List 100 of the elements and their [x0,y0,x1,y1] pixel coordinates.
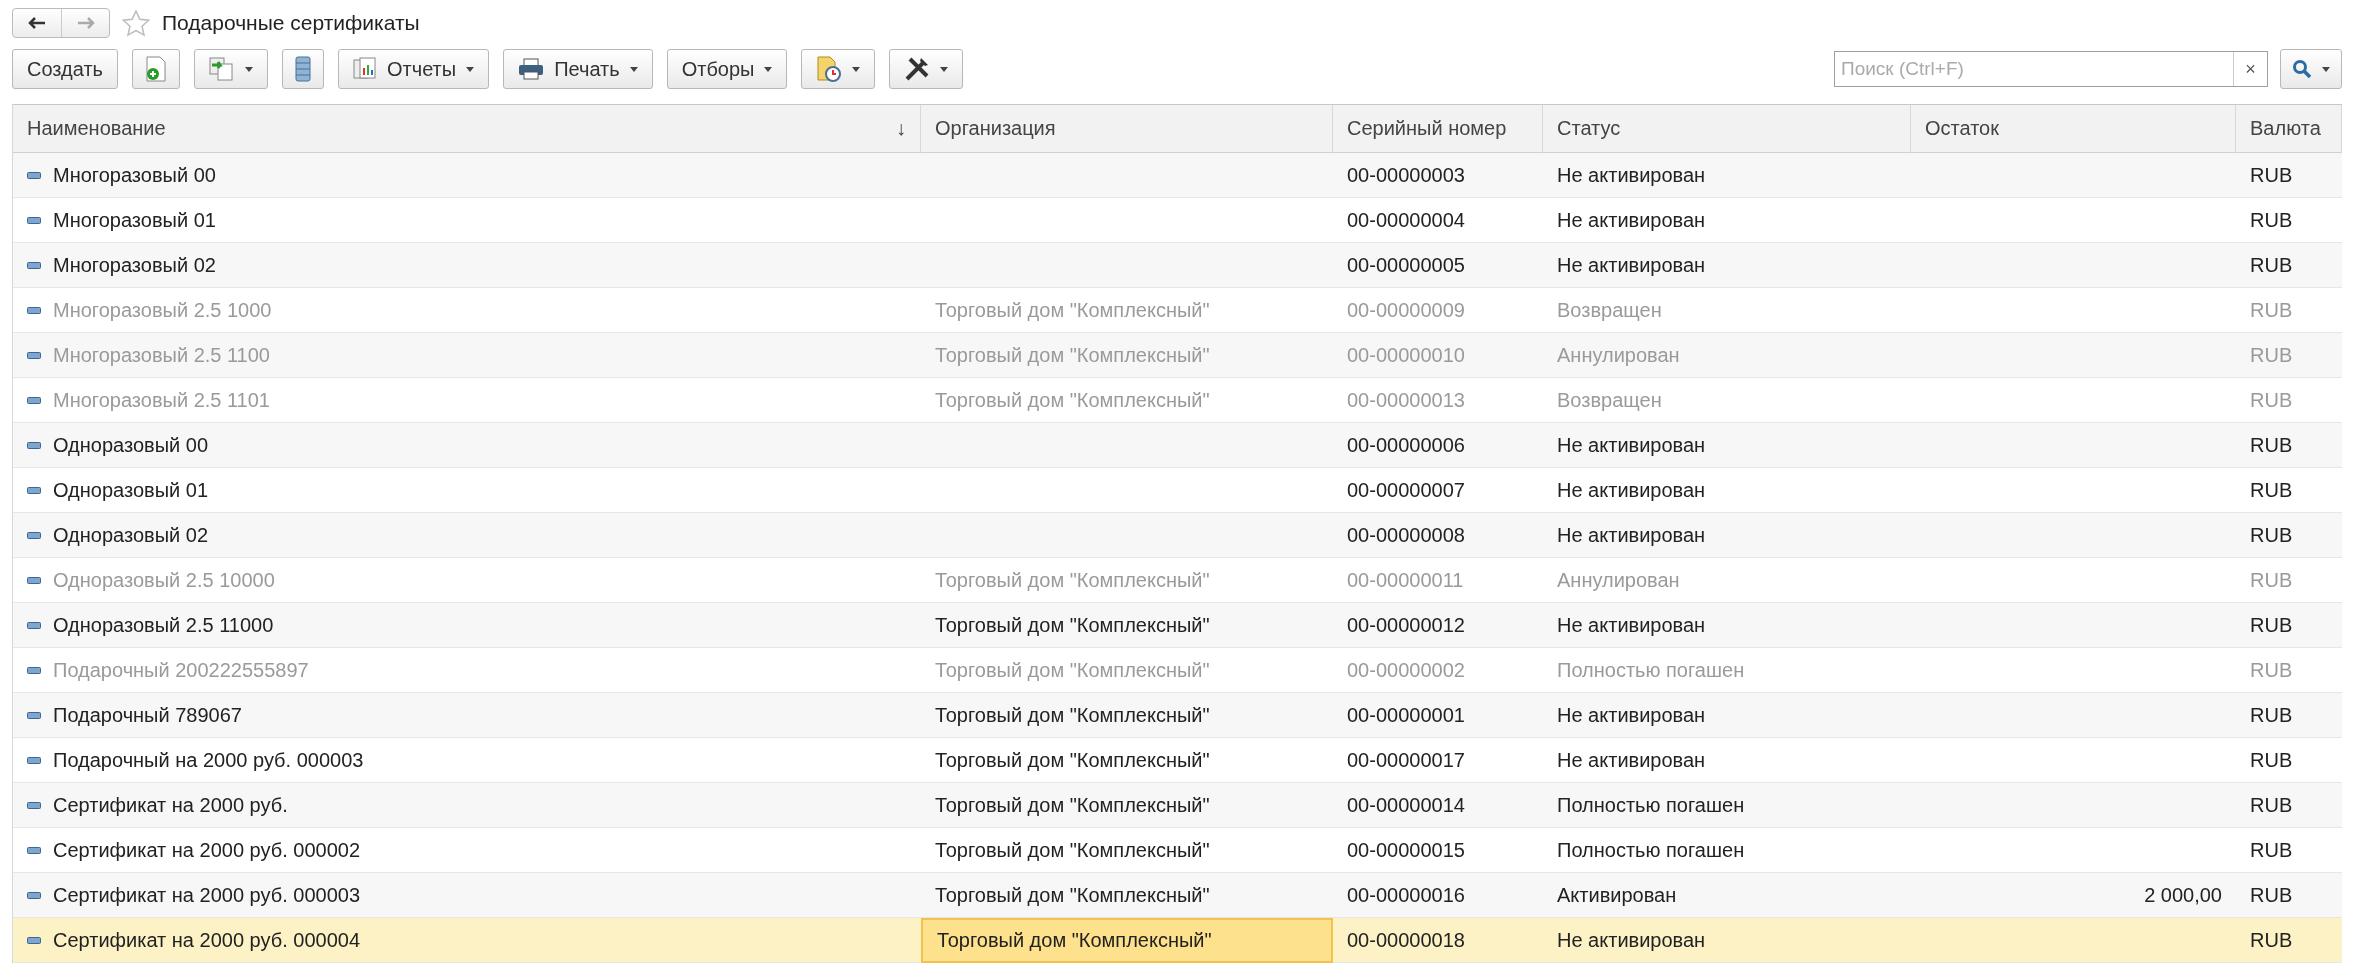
forward-arrow-icon [76,17,95,29]
table-cell: 00-00000003 [1333,153,1543,198]
copy-documents-icon [209,57,235,81]
toolbar-button[interactable]: Отборы [666,49,788,89]
item-icon [27,756,41,764]
item-icon [27,846,41,854]
table-cell: RUB [2236,153,2342,198]
table-cell: Не активирован [1543,918,1911,963]
add-document-icon [145,56,167,82]
cell-text: Многоразовый 2.5 1000 [53,298,272,322]
table-cell: Не активирован [1543,513,1911,558]
table-cell: 00-00000012 [1333,603,1543,648]
table-cell: Аннулирован [1543,333,1911,378]
column-header[interactable]: Статус [1543,105,1911,153]
item-icon [27,441,41,449]
column-header[interactable]: Серийный номер [1333,105,1543,153]
item-icon [27,486,41,494]
column-header[interactable]: Организация [921,105,1333,153]
cell-text: Сертификат на 2000 руб. 000002 [53,838,360,862]
item-icon [27,801,41,809]
window-title: Подарочные сертификаты [162,11,420,35]
column-header[interactable]: Валюта [2236,105,2342,153]
table-cell: RUB [2236,783,2342,828]
cell-text: Подарочный 200222555897 [53,658,309,682]
table-cell: Полностью погашен [1543,783,1911,828]
cell-text: Многоразовый 2.5 1101 [53,388,270,412]
caret-icon [940,66,949,72]
star-icon[interactable] [122,9,150,37]
item-icon [27,306,41,314]
cell-text: Подарочный на 2000 руб. 000003 [53,748,364,772]
caret-icon [629,66,638,72]
cell-text: Многоразовый 00 [53,163,216,187]
table-cell: Не активирован [1543,693,1911,738]
cell-text: Одноразовый 00 [53,433,209,457]
item-icon [27,216,41,224]
search-field[interactable]: Поиск (Ctrl+F) × [1834,51,2268,87]
cell-text: Одноразовый 2.5 10000 [53,568,275,592]
table-cell: Торговый дом "Комплексный" [921,918,1333,963]
table-cell: RUB [2236,693,2342,738]
caret-icon [2322,66,2330,72]
search-icon [2292,59,2312,79]
item-icon [27,351,41,359]
cell-text: Сертификат на 2000 руб. 000003 [53,883,360,907]
table-cell: RUB [2236,603,2342,648]
table-cell: RUB [2236,243,2342,288]
table-cell: Торговый дом "Комплексный" [921,693,1333,738]
caret-icon [245,66,253,72]
cell-text: Многоразовый 2.5 1100 [53,343,270,367]
item-icon [27,576,41,584]
toolbar-button[interactable]: Отчеты [338,49,490,89]
table-cell: Не активирован [1543,603,1911,648]
toolbar-button[interactable]: Создать [12,49,118,89]
document-clock-icon [816,56,843,82]
list-icon [295,56,311,82]
table-cell: 00-00000010 [1333,333,1543,378]
table-cell: 00-00000006 [1333,423,1543,468]
table-cell: RUB [2236,423,2342,468]
item-icon [27,621,41,629]
table-cell: 00-00000018 [1333,918,1543,963]
cell-text: Одноразовый 2.5 11000 [53,613,274,637]
search-button[interactable] [2280,49,2342,89]
cell-text: Одноразовый 02 [53,523,209,547]
report-icon [353,57,377,81]
back-arrow-icon [28,17,46,29]
item-icon [27,891,41,899]
toolbar-button[interactable]: Печать [503,49,653,89]
caret-icon [852,66,861,72]
table-cell: Торговый дом "Комплексный" [921,873,1333,918]
table-cell: Активирован [1543,873,1911,918]
column-label: Наименование [27,117,166,140]
tools-icon [904,56,931,82]
table-cell: Не активирован [1543,153,1911,198]
table-cell: 00-00000005 [1333,243,1543,288]
table-cell: Торговый дом "Комплексный" [921,603,1333,648]
table-cell: Не активирован [1543,423,1911,468]
item-icon [27,531,41,539]
item-icon [27,396,41,404]
table-cell: RUB [2236,513,2342,558]
table-cell: Не активирован [1543,243,1911,288]
item-icon [27,666,41,674]
cell-text: Подарочный 789067 [53,703,242,727]
table-cell: Торговый дом "Комплексный" [921,333,1333,378]
table-cell: 00-00000001 [1333,693,1543,738]
column-header[interactable]: Остаток [1911,105,2236,153]
item-icon [27,711,41,719]
table-cell: RUB [2236,333,2342,378]
toolbar-button[interactable] [889,49,964,89]
table-cell: RUB [2236,918,2342,963]
table-cell: RUB [2236,873,2342,918]
table-cell: 00-00000008 [1333,513,1543,558]
table-cell: 00-00000014 [1333,783,1543,828]
table-cell: 00-00000016 [1333,873,1543,918]
caret-icon [466,66,475,72]
item-icon [27,171,41,179]
cell-text: Одноразовый 01 [53,478,209,502]
item-icon [27,936,41,944]
item-icon [27,261,41,269]
printer-icon [518,58,545,80]
column-header[interactable]: Наименование ↓ [13,105,921,153]
cell-text: Многоразовый 02 [53,253,216,277]
